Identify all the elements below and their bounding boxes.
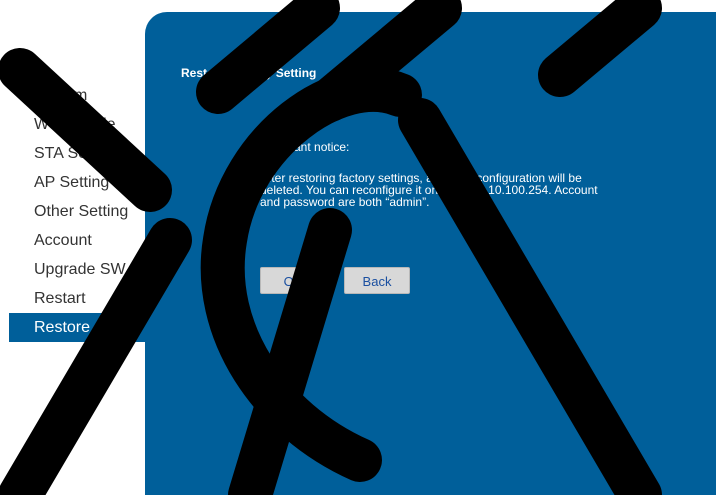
notice-line: and password are both “admin”.: [260, 195, 430, 209]
sidebar-item-restart[interactable]: Restart: [0, 284, 145, 313]
ok-button[interactable]: OK: [260, 267, 326, 294]
back-button[interactable]: Back: [344, 267, 410, 294]
sidebar-nav: System Work Mode STA Setting AP Setting …: [0, 81, 145, 342]
sidebar-item-sta-setting[interactable]: STA Setting: [0, 139, 145, 168]
notice-title: Important notice:: [260, 140, 350, 154]
sidebar-item-upgrade-sw[interactable]: Upgrade SW: [0, 255, 145, 284]
sidebar-item-system[interactable]: System: [0, 81, 145, 110]
restore-panel: Restore Factory Setting Important notice…: [145, 12, 716, 495]
sidebar-item-work-mode[interactable]: Work Mode: [0, 110, 145, 139]
notice-text: After restoring factory settings, all us…: [260, 172, 640, 208]
panel-title: Restore Factory Setting: [181, 66, 317, 80]
sidebar-item-account[interactable]: Account: [0, 226, 145, 255]
sidebar-item-restore[interactable]: Restore: [9, 313, 145, 342]
sidebar-item-other-setting[interactable]: Other Setting: [0, 197, 145, 226]
sidebar-item-ap-setting[interactable]: AP Setting: [0, 168, 145, 197]
